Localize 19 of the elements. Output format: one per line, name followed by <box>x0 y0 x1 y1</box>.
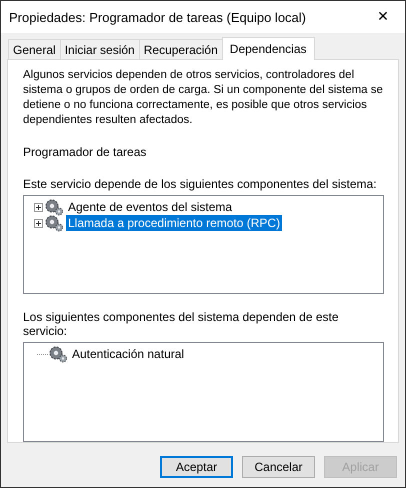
tab[interactable]: General <box>8 39 61 59</box>
list-label: Este servicio depende de los siguientes componentes del sistema: <box>23 177 378 191</box>
tab[interactable]: Recuperación <box>138 39 223 59</box>
gears-icon <box>44 198 64 216</box>
description-text: Algunos servicios dependen de otros servicios, controladores del sistema o grupos de orden de carga. Si un componente del sistema se detiene o no funciona correctamente, es posible que otros servicios dependientes resulten afectados. <box>23 68 384 128</box>
tab[interactable]: Dependencias <box>222 37 315 60</box>
gears-icon <box>44 214 64 232</box>
expand-icon[interactable] <box>34 202 43 212</box>
dialog-button[interactable]: Aceptar <box>160 456 233 478</box>
list-label: Los siguientes componentes del sistema dependen de este servicio: <box>23 310 340 338</box>
tree-item[interactable]: Agente de eventos del sistema <box>66 199 234 215</box>
tree-item[interactable]: Autenticación natural <box>70 346 186 362</box>
window-title: Propiedades: Programador de tareas (Equipo local) <box>9 10 306 24</box>
tree-item[interactable]: Llamada a procedimiento remoto (RPC) <box>66 215 282 231</box>
close-button[interactable]: ✕ <box>361 2 405 32</box>
dialog-button[interactable]: Cancelar <box>242 456 315 478</box>
gears-icon <box>48 345 68 364</box>
service-name: Programador de tareas <box>23 145 148 159</box>
expand-icon[interactable] <box>34 218 43 228</box>
